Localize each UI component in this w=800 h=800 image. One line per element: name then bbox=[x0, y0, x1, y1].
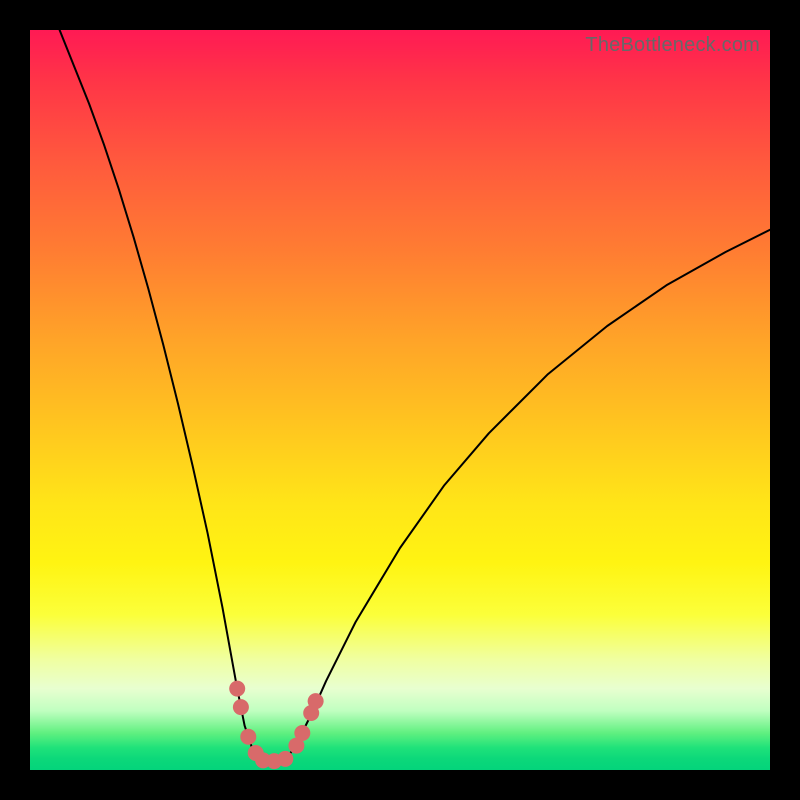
curve-marker bbox=[240, 729, 256, 745]
chart-frame: TheBottleneck.com bbox=[0, 0, 800, 800]
curve-marker bbox=[233, 699, 249, 715]
curve-marker bbox=[308, 693, 324, 709]
curve-marker bbox=[294, 725, 310, 741]
bottleneck-curve bbox=[60, 30, 770, 763]
plot-area: TheBottleneck.com bbox=[30, 30, 770, 770]
curve-marker bbox=[277, 751, 293, 767]
chart-svg bbox=[30, 30, 770, 770]
curve-marker bbox=[229, 681, 245, 697]
curve-markers bbox=[229, 681, 323, 770]
